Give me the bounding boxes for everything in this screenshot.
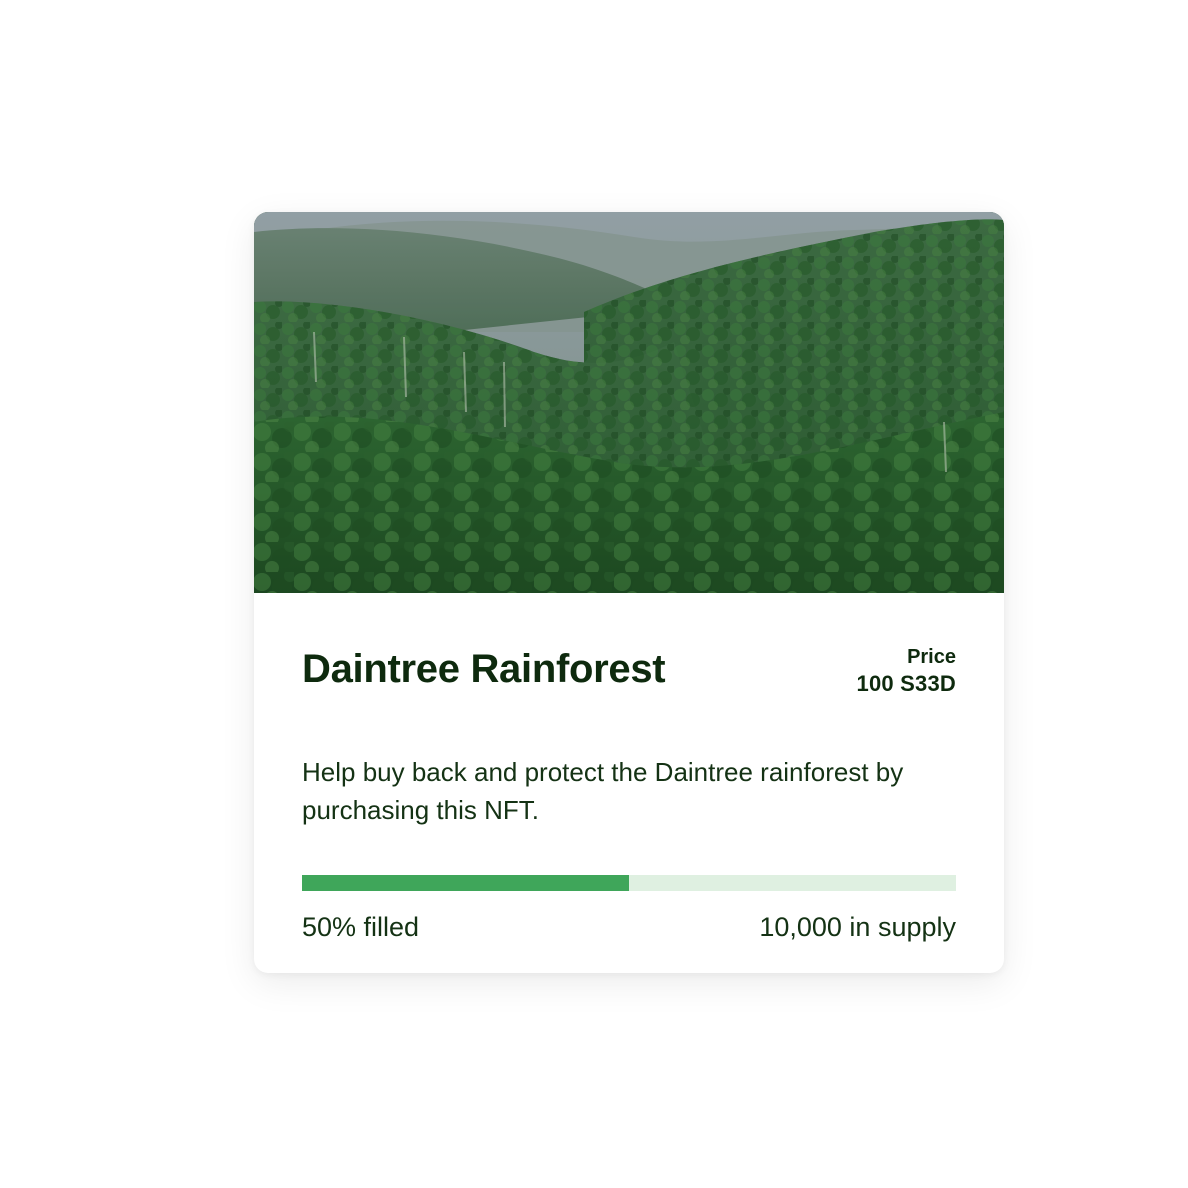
supply-count: 10,000 in supply (759, 912, 956, 942)
price-label: Price (907, 646, 956, 668)
filled-percentage: 50% filled (302, 912, 420, 942)
supply-progress-bar (302, 875, 956, 891)
price-box: Price 100 S33D (857, 645, 956, 699)
rainforest-illustration (254, 212, 1004, 593)
card-title: Daintree Rainforest (302, 647, 666, 691)
supply-progress-fill (302, 875, 629, 891)
price-value: 100 S33D (856, 671, 956, 696)
card-description: Help buy back and protect the Daintree r… (302, 757, 904, 825)
page-background: Daintree Rainforest Price 100 S33D Help … (0, 0, 1188, 1188)
rainforest-image (254, 212, 1004, 593)
nft-card[interactable]: Daintree Rainforest Price 100 S33D Help … (254, 212, 1004, 973)
